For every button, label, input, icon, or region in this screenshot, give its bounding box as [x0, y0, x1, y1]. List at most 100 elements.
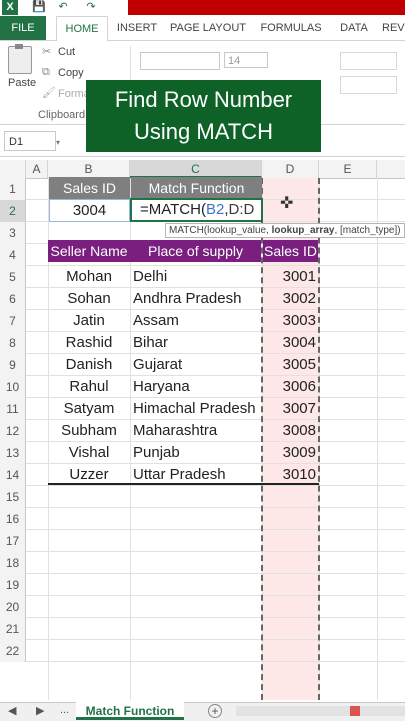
- column-header-b[interactable]: B: [48, 160, 130, 178]
- cell-sales-id[interactable]: 3009: [263, 442, 318, 464]
- select-all-corner[interactable]: [0, 160, 26, 178]
- cell-c2-formula-editor[interactable]: =MATCH(B2,D:D: [130, 198, 263, 222]
- more-sheets-button[interactable]: ...: [60, 704, 69, 716]
- tooltip-pre: MATCH(lookup_value,: [169, 225, 272, 236]
- row-header-5[interactable]: 5: [0, 266, 26, 288]
- table-header-sales-id[interactable]: Sales ID: [263, 240, 318, 262]
- cell-seller-name[interactable]: Satyam: [48, 398, 130, 420]
- row-header-7[interactable]: 7: [0, 310, 26, 332]
- cell-seller-name[interactable]: Subham: [48, 420, 130, 442]
- row-header-6[interactable]: 6: [0, 288, 26, 310]
- cell-sales-id[interactable]: 3001: [263, 266, 318, 288]
- name-box[interactable]: D1: [4, 131, 56, 151]
- prev-sheet-icon[interactable]: ◀: [8, 704, 16, 717]
- cell-b2[interactable]: 3004: [49, 199, 130, 222]
- tab-formulas[interactable]: FORMULAS: [256, 16, 326, 40]
- table-header-place[interactable]: Place of supply: [130, 240, 261, 262]
- row-header-21[interactable]: 21: [0, 618, 26, 640]
- cell-place-of-supply[interactable]: Bihar: [130, 332, 261, 354]
- cell-place-of-supply[interactable]: Delhi: [130, 266, 261, 288]
- cell-seller-name[interactable]: Sohan: [48, 288, 130, 310]
- cell-sales-id[interactable]: 3003: [263, 310, 318, 332]
- font-size-dropdown[interactable]: 14: [224, 52, 268, 68]
- row-header-3[interactable]: 3: [0, 222, 26, 244]
- row-header-18[interactable]: 18: [0, 552, 26, 574]
- row-header-2[interactable]: 2: [0, 200, 26, 222]
- row-gridline: [26, 573, 405, 574]
- cell-seller-name[interactable]: Mohan: [48, 266, 130, 288]
- tab-home[interactable]: HOME: [56, 16, 108, 42]
- cell-seller-name[interactable]: Danish: [48, 354, 130, 376]
- copy-icon[interactable]: ⧉: [42, 66, 50, 79]
- wrap-controls[interactable]: [340, 76, 397, 94]
- cell-seller-name[interactable]: Vishal: [48, 442, 130, 464]
- alignment-controls[interactable]: [340, 52, 397, 70]
- row-gridline: [26, 639, 405, 640]
- font-name-dropdown[interactable]: [140, 52, 220, 70]
- save-icon[interactable]: 💾: [32, 1, 46, 14]
- row-header-4[interactable]: 4: [0, 244, 26, 266]
- cut-button[interactable]: Cut: [58, 46, 75, 58]
- row-header-19[interactable]: 19: [0, 574, 26, 596]
- cell-sales-id[interactable]: 3007: [263, 398, 318, 420]
- cell-place-of-supply[interactable]: Punjab: [130, 442, 261, 464]
- cell-c1[interactable]: Match Function: [131, 177, 262, 199]
- format-painter-button[interactable]: Forma: [58, 88, 90, 100]
- row-header-8[interactable]: 8: [0, 332, 26, 354]
- row-header-11[interactable]: 11: [0, 398, 26, 420]
- tab-insert[interactable]: INSERT: [112, 16, 162, 40]
- copy-button[interactable]: Copy: [58, 67, 84, 79]
- add-sheet-icon[interactable]: +: [208, 704, 222, 718]
- column-header-d[interactable]: D: [262, 160, 319, 178]
- cell-seller-name[interactable]: Jatin: [48, 310, 130, 332]
- name-box-dropdown-icon[interactable]: ▾: [56, 138, 64, 147]
- cell-seller-name[interactable]: Rashid: [48, 332, 130, 354]
- tab-file[interactable]: FILE: [0, 16, 46, 40]
- tab-review[interactable]: REV: [382, 16, 405, 40]
- row-header-12[interactable]: 12: [0, 420, 26, 442]
- horizontal-scrollbar[interactable]: [236, 706, 405, 716]
- cell-seller-name[interactable]: Rahul: [48, 376, 130, 398]
- column-header-e[interactable]: E: [319, 160, 377, 178]
- tab-data[interactable]: DATA: [334, 16, 374, 40]
- row-header-20[interactable]: 20: [0, 596, 26, 618]
- tab-page-layout[interactable]: PAGE LAYOUT: [168, 16, 248, 40]
- row-header-16[interactable]: 16: [0, 508, 26, 530]
- cut-icon[interactable]: ✂: [42, 45, 51, 58]
- scrollbar-thumb[interactable]: [350, 706, 360, 716]
- formula-prefix: =MATCH(: [140, 201, 206, 218]
- cell-place-of-supply[interactable]: Andhra Pradesh: [130, 288, 261, 310]
- format-painter-icon[interactable]: 🖌: [42, 86, 56, 99]
- paste-button[interactable]: Paste: [8, 77, 36, 89]
- tooltip-post: , [match_type]): [334, 225, 401, 236]
- cell-place-of-supply[interactable]: Gujarat: [130, 354, 261, 376]
- column-header-c[interactable]: C: [130, 160, 262, 178]
- copy-marquee-right: [318, 178, 320, 700]
- cell-sales-id[interactable]: 3005: [263, 354, 318, 376]
- row-header-10[interactable]: 10: [0, 376, 26, 398]
- cell-sales-id[interactable]: 3008: [263, 420, 318, 442]
- sheet-tab-match-function[interactable]: Match Function: [76, 702, 184, 720]
- cell-place-of-supply[interactable]: Maharashtra: [130, 420, 261, 442]
- cell-b1[interactable]: Sales ID: [49, 177, 130, 199]
- row-header-13[interactable]: 13: [0, 442, 26, 464]
- row-header-17[interactable]: 17: [0, 530, 26, 552]
- undo-icon[interactable]: ↶: [56, 1, 70, 14]
- table-header-seller[interactable]: Seller Name: [48, 240, 130, 262]
- row-header-15[interactable]: 15: [0, 486, 26, 508]
- paste-icon[interactable]: [8, 44, 32, 74]
- next-sheet-icon[interactable]: ▶: [36, 704, 44, 717]
- column-header-a[interactable]: A: [26, 160, 48, 178]
- cell-place-of-supply[interactable]: Himachal Pradesh: [130, 398, 261, 420]
- row-header-1[interactable]: 1: [0, 178, 26, 200]
- cell-place-of-supply[interactable]: Assam: [130, 310, 261, 332]
- row-header-14[interactable]: 14: [0, 464, 26, 486]
- cell-sales-id[interactable]: 3004: [263, 332, 318, 354]
- cell-place-of-supply[interactable]: Haryana: [130, 376, 261, 398]
- formula-ref-dd: D:D: [228, 201, 255, 218]
- row-header-9[interactable]: 9: [0, 354, 26, 376]
- redo-icon[interactable]: ↷: [84, 1, 98, 14]
- row-header-22[interactable]: 22: [0, 640, 26, 662]
- cell-sales-id[interactable]: 3002: [263, 288, 318, 310]
- cell-sales-id[interactable]: 3006: [263, 376, 318, 398]
